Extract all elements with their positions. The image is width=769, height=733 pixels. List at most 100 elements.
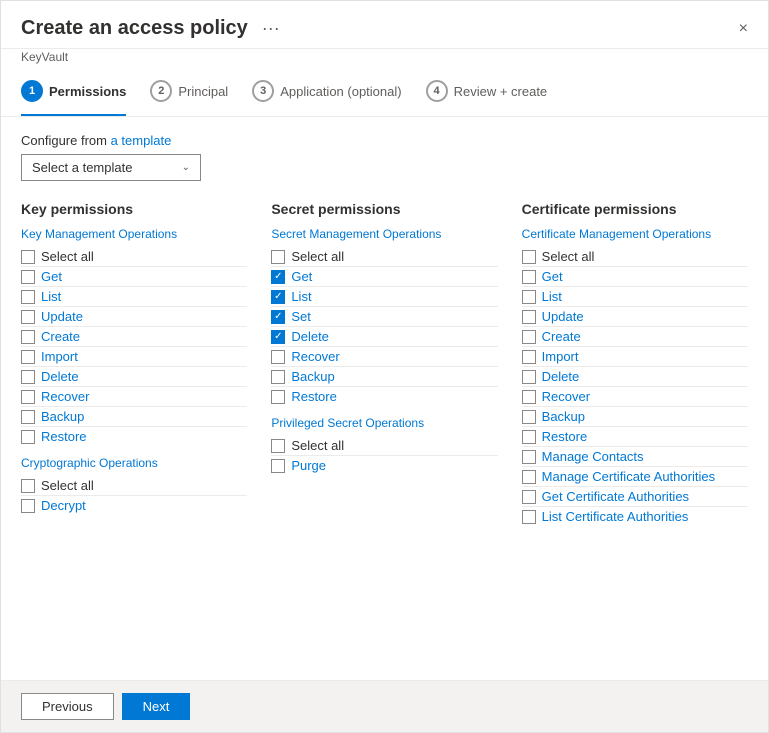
cert-import-checkbox[interactable] xyxy=(522,350,536,364)
key-restore-checkbox[interactable] xyxy=(21,430,35,444)
key-crypto-select-all-label: Select all xyxy=(41,478,94,493)
secret-recover-checkbox[interactable] xyxy=(271,350,285,364)
wizard-step-4[interactable]: 4 Review + create xyxy=(426,80,548,116)
cert-recover-label: Recover xyxy=(542,389,590,404)
cert-delete-checkbox[interactable] xyxy=(522,370,536,384)
secret-purge-checkbox[interactable] xyxy=(271,459,285,473)
key-crypto-section-title: Cryptographic Operations xyxy=(21,456,247,470)
key-recover-checkbox[interactable] xyxy=(21,390,35,404)
wizard-step-2[interactable]: 2 Principal xyxy=(150,80,228,116)
secret-priv-select-all-checkbox[interactable] xyxy=(271,439,285,453)
key-import-label: Import xyxy=(41,349,78,364)
cert-get-ca-checkbox[interactable] xyxy=(522,490,536,504)
cert-create-checkbox[interactable] xyxy=(522,330,536,344)
secret-get-label: Get xyxy=(291,269,312,284)
cert-delete-label: Delete xyxy=(542,369,580,384)
cert-manage-ca-checkbox[interactable] xyxy=(522,470,536,484)
cert-list-label: List xyxy=(542,289,562,304)
key-get-checkbox[interactable] xyxy=(21,270,35,284)
cert-mgmt-list: Select all Get List Update xyxy=(522,247,748,526)
next-button[interactable]: Next xyxy=(122,693,191,720)
secret-list-checkbox[interactable] xyxy=(271,290,285,304)
secret-delete-checkbox[interactable] xyxy=(271,330,285,344)
secret-mgmt-section-title: Secret Management Operations xyxy=(271,227,497,241)
template-dropdown[interactable]: Select a template ⌄ xyxy=(21,154,201,181)
cert-update-checkbox[interactable] xyxy=(522,310,536,324)
cert-restore-label: Restore xyxy=(542,429,588,444)
secret-backup-checkbox[interactable] xyxy=(271,370,285,384)
secret-get-checkbox[interactable] xyxy=(271,270,285,284)
key-create-label: Create xyxy=(41,329,80,344)
secret-permissions-column: Secret permissions Secret Management Ope… xyxy=(271,201,497,526)
secret-recover-label: Recover xyxy=(291,349,339,364)
list-item: Import xyxy=(21,347,247,367)
key-import-checkbox[interactable] xyxy=(21,350,35,364)
list-item: Backup xyxy=(21,407,247,427)
list-item: Restore xyxy=(21,427,247,446)
key-list-checkbox[interactable] xyxy=(21,290,35,304)
cert-get-ca-label: Get Certificate Authorities xyxy=(542,489,689,504)
cert-import-label: Import xyxy=(542,349,579,364)
list-item: List xyxy=(21,287,247,307)
secret-privileged-list: Select all Purge xyxy=(271,436,497,475)
cert-recover-checkbox[interactable] xyxy=(522,390,536,404)
secret-priv-select-all-label: Select all xyxy=(291,438,344,453)
secret-restore-label: Restore xyxy=(291,389,337,404)
key-restore-label: Restore xyxy=(41,429,87,444)
cert-list-ca-checkbox[interactable] xyxy=(522,510,536,524)
close-icon[interactable]: × xyxy=(739,20,748,38)
cert-restore-checkbox[interactable] xyxy=(522,430,536,444)
step-circle-2: 2 xyxy=(150,80,172,102)
chevron-down-icon: ⌄ xyxy=(182,162,190,173)
key-create-checkbox[interactable] xyxy=(21,330,35,344)
list-item: List xyxy=(522,287,748,307)
list-item: Backup xyxy=(271,367,497,387)
cert-backup-label: Backup xyxy=(542,409,585,424)
previous-button[interactable]: Previous xyxy=(21,693,114,720)
list-item: Purge xyxy=(271,456,497,475)
wizard-steps: 1 Permissions 2 Principal 3 Application … xyxy=(1,68,768,117)
cert-list-ca-label: List Certificate Authorities xyxy=(542,509,689,524)
list-item: Create xyxy=(522,327,748,347)
key-delete-checkbox[interactable] xyxy=(21,370,35,384)
key-permissions-title: Key permissions xyxy=(21,201,247,217)
cert-list-checkbox[interactable] xyxy=(522,290,536,304)
key-permissions-column: Key permissions Key Management Operation… xyxy=(21,201,247,526)
list-item: Restore xyxy=(271,387,497,406)
key-select-all-checkbox[interactable] xyxy=(21,250,35,264)
secret-select-all-checkbox[interactable] xyxy=(271,250,285,264)
list-item: List Certificate Authorities xyxy=(522,507,748,526)
list-item: Select all xyxy=(21,247,247,267)
list-item: Select all xyxy=(522,247,748,267)
cert-select-all-checkbox[interactable] xyxy=(522,250,536,264)
cert-backup-checkbox[interactable] xyxy=(522,410,536,424)
cert-get-checkbox[interactable] xyxy=(522,270,536,284)
list-item: Manage Certificate Authorities xyxy=(522,467,748,487)
wizard-step-1[interactable]: 1 Permissions xyxy=(21,80,126,116)
list-item: Recover xyxy=(522,387,748,407)
secret-privileged-section-title: Privileged Secret Operations xyxy=(271,416,497,430)
key-list-label: List xyxy=(41,289,61,304)
panel-subtitle: KeyVault xyxy=(21,50,68,64)
more-icon[interactable]: ··· xyxy=(262,18,280,39)
wizard-step-3[interactable]: 3 Application (optional) xyxy=(252,80,401,116)
list-item: Update xyxy=(21,307,247,327)
key-delete-label: Delete xyxy=(41,369,79,384)
list-item: Manage Contacts xyxy=(522,447,748,467)
key-crypto-select-all-checkbox[interactable] xyxy=(21,479,35,493)
key-decrypt-checkbox[interactable] xyxy=(21,499,35,513)
cert-update-label: Update xyxy=(542,309,584,324)
key-backup-checkbox[interactable] xyxy=(21,410,35,424)
cert-manage-contacts-checkbox[interactable] xyxy=(522,450,536,464)
secret-set-checkbox[interactable] xyxy=(271,310,285,324)
step-label-4: Review + create xyxy=(454,84,548,99)
secret-restore-checkbox[interactable] xyxy=(271,390,285,404)
template-link[interactable]: a template xyxy=(111,133,172,148)
list-item: Get xyxy=(21,267,247,287)
list-item: Select all xyxy=(271,436,497,456)
cert-create-label: Create xyxy=(542,329,581,344)
list-item: Recover xyxy=(21,387,247,407)
list-item: Update xyxy=(522,307,748,327)
key-update-checkbox[interactable] xyxy=(21,310,35,324)
key-get-label: Get xyxy=(41,269,62,284)
